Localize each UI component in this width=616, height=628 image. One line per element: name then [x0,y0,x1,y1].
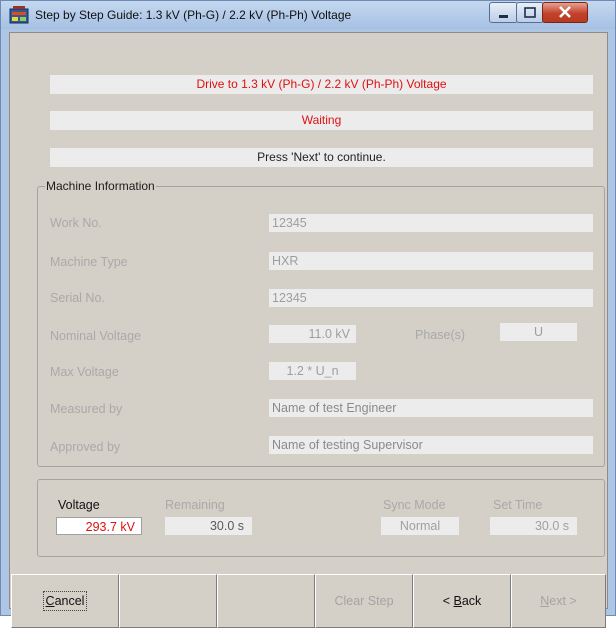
machine-information-legend: Machine Information [45,179,156,193]
sync-mode-label: Sync Mode [383,498,446,512]
minimize-icon [499,15,508,18]
cancel-button[interactable]: Cancel [11,574,119,628]
cancel-button-label: Cancel [42,591,88,611]
set-time-label: Set Time [493,498,543,512]
phase-field: U [500,323,577,341]
work-no-field: 12345 [269,214,593,232]
status-banner: Waiting [50,111,593,130]
back-button-label: < Back [442,594,482,608]
max-voltage-field: 1.2 * U_n [269,362,356,380]
minimize-button[interactable] [489,2,518,23]
remaining-label: Remaining [165,498,225,512]
close-button[interactable] [542,2,588,23]
window-title: Step by Step Guide: 1.3 kV (Ph-G) / 2.2 … [35,8,352,22]
clear-step-button[interactable]: Clear Step [315,574,413,628]
serial-no-label: Serial No. [50,291,105,305]
next-button[interactable]: Next > [511,574,606,628]
hint-banner: Press 'Next' to continue. [50,148,593,167]
back-button[interactable]: < Back [413,574,511,628]
blank-button-1[interactable] [119,574,217,628]
dialog-body: Drive to 1.3 kV (Ph-G) / 2.2 kV (Ph-Ph) … [9,32,608,628]
max-voltage-label: Max Voltage [50,365,119,379]
approved-by-field: Name of testing Supervisor [269,436,593,454]
next-button-label: Next > [540,594,577,608]
voltage-label: Voltage [58,498,100,512]
measured-by-field: Name of test Engineer [269,399,593,417]
set-time-field: 30.0 s [490,517,577,535]
remaining-readout: 30.0 s [165,517,252,535]
work-no-label: Work No. [50,216,102,230]
maximize-button[interactable] [516,2,544,23]
title-bar[interactable]: Step by Step Guide: 1.3 kV (Ph-G) / 2.2 … [1,1,615,29]
phase-label: Phase(s) [415,328,466,342]
nominal-voltage-field: 11.0 kV [269,325,356,343]
blank-button-2[interactable] [217,574,315,628]
clear-step-label: Clear Step [334,594,394,608]
measured-by-label: Measured by [50,402,123,416]
nominal-voltage-label: Nominal Voltage [50,329,142,343]
app-icon [9,6,29,24]
instruction-banner: Drive to 1.3 kV (Ph-G) / 2.2 kV (Ph-Ph) … [50,75,593,94]
machine-type-label: Machine Type [50,255,128,269]
close-icon [559,6,571,18]
voltage-readout: 293.7 kV [56,517,142,535]
maximize-icon [524,7,536,18]
machine-type-field: HXR [269,252,593,270]
approved-by-label: Approved by [50,440,121,454]
sync-mode-field: Normal [381,517,459,535]
serial-no-field: 12345 [269,289,593,307]
dialog-window: Step by Step Guide: 1.3 kV (Ph-G) / 2.2 … [0,0,616,628]
